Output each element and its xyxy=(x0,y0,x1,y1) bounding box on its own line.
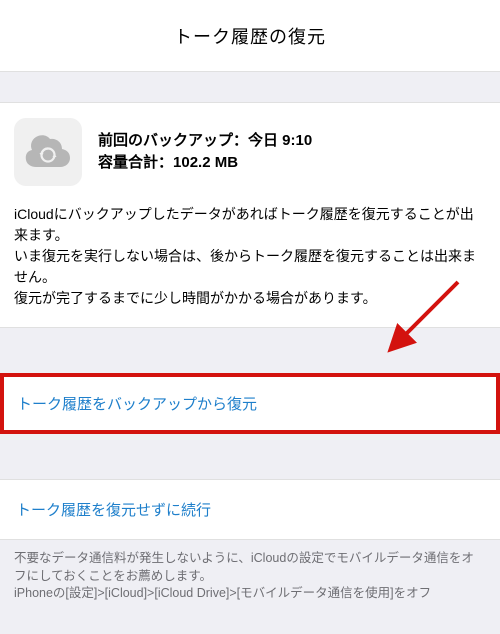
backup-card: 前回のバックアップ：今日 9:10 容量合計：102.2 MB iCloudにバ… xyxy=(0,102,500,328)
cloud-refresh-icon xyxy=(14,118,82,186)
desc-line-3: 復元が完了するまでに少し時間がかかる場合があります。 xyxy=(14,288,486,309)
size-value: 102.2 MB xyxy=(173,154,238,171)
page-title: トーク履歴の復元 xyxy=(174,23,326,49)
backup-info: 前回のバックアップ：今日 9:10 容量合計：102.2 MB xyxy=(98,130,486,175)
gap-1 xyxy=(0,328,500,373)
desc-line-2: いま復元を実行しない場合は、後からトーク履歴を復元することは出来ません。 xyxy=(14,246,486,288)
last-backup-value: 今日 9:10 xyxy=(248,132,312,149)
skip-button[interactable]: トーク履歴を復元せずに続行 xyxy=(0,479,500,540)
size-line: 容量合計：102.2 MB xyxy=(98,152,486,175)
footer-line-1: 不要なデータ通信料が発生しないように、iCloudの設定でモバイルデータ通信をオ… xyxy=(14,550,486,585)
backup-summary-row: 前回のバックアップ：今日 9:10 容量合計：102.2 MB xyxy=(14,118,486,186)
last-backup-label: 前回のバックアップ： xyxy=(98,132,248,149)
size-label: 容量合計： xyxy=(98,154,173,171)
spacer-top xyxy=(0,72,500,102)
footer-line-2: iPhoneの[設定]>[iCloud]>[iCloud Drive]>[モバイ… xyxy=(14,585,486,603)
gap-2 xyxy=(0,434,500,479)
skip-label: トーク履歴を復元せずに続行 xyxy=(16,499,484,520)
footer-note: 不要なデータ通信料が発生しないように、iCloudの設定でモバイルデータ通信をオ… xyxy=(0,540,500,613)
desc-line-1: iCloudにバックアップしたデータがあればトーク履歴を復元することが出来ます。 xyxy=(14,204,486,246)
restore-label: トーク履歴をバックアップから復元 xyxy=(17,393,483,414)
restore-button[interactable]: トーク履歴をバックアップから復元 xyxy=(0,373,500,434)
header: トーク履歴の復元 xyxy=(0,0,500,72)
last-backup-line: 前回のバックアップ：今日 9:10 xyxy=(98,130,486,153)
description-text: iCloudにバックアップしたデータがあればトーク履歴を復元することが出来ます。… xyxy=(14,204,486,309)
